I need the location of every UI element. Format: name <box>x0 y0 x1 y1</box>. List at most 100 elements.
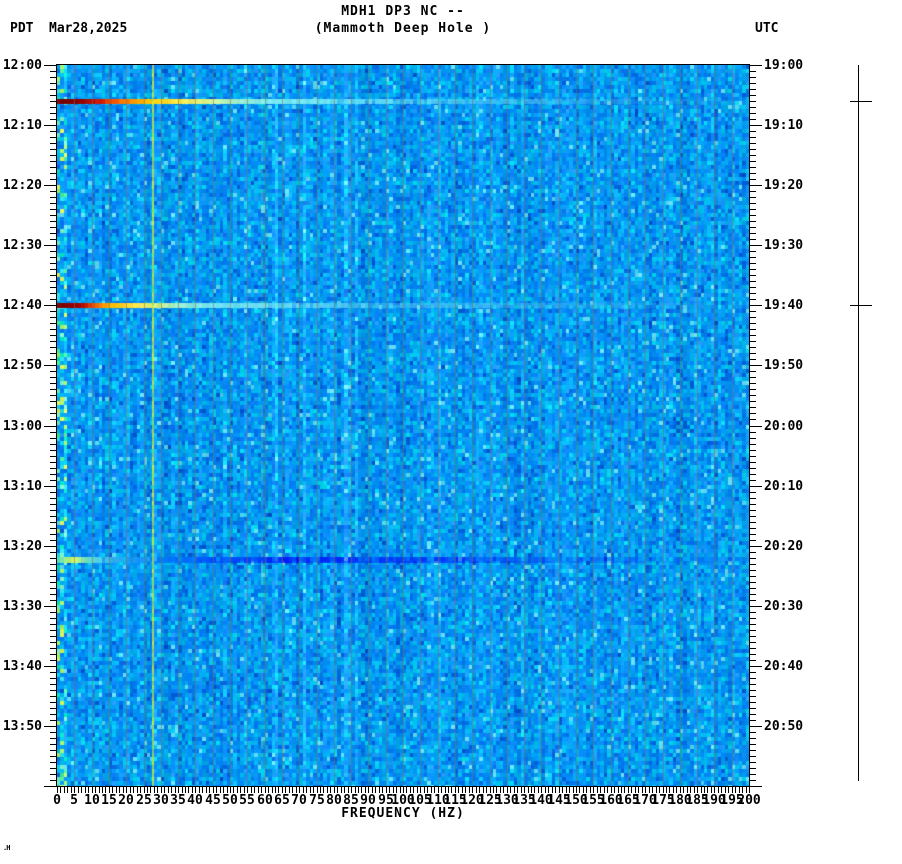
y-tick-left <box>50 251 57 252</box>
y-tick-right <box>749 395 756 396</box>
y-tick-right <box>749 251 756 252</box>
y-tick-left <box>50 347 57 348</box>
y-tick-left <box>50 522 57 523</box>
y-tick-left <box>50 576 57 577</box>
y-tick-left <box>50 480 57 481</box>
y-tick-right <box>749 456 756 457</box>
y-tick-right <box>749 468 756 469</box>
y-tick-right <box>749 389 756 390</box>
y-tick-right <box>749 311 756 312</box>
y-tick-left <box>50 636 57 637</box>
y-tick-right <box>749 209 756 210</box>
y-tick-left <box>50 155 57 156</box>
y-tick-right <box>749 750 756 751</box>
page-subtitle: (Mammoth Deep Hole ) <box>314 21 492 36</box>
y-tick-left <box>50 413 57 414</box>
y-tick-right <box>749 678 756 679</box>
y-tick-left <box>50 167 57 168</box>
y-tick-left <box>50 371 57 372</box>
y-tick-right <box>749 774 756 775</box>
y-tick-left <box>50 383 57 384</box>
y-tick-right <box>749 516 756 517</box>
y-axis-label-left: 12:00 <box>2 58 42 73</box>
y-tick-right <box>749 522 756 523</box>
y-tick-left <box>50 456 57 457</box>
y-tick-right <box>749 540 756 541</box>
y-tick-left <box>50 564 57 565</box>
y-tick-right <box>749 281 756 282</box>
y-tick-right <box>749 377 756 378</box>
y-tick-left <box>50 353 57 354</box>
y-tick-right <box>749 131 756 132</box>
y-tick-left <box>50 780 57 781</box>
y-tick-right <box>749 648 756 649</box>
y-tick-left <box>50 275 57 276</box>
y-tick-left <box>50 77 57 78</box>
y-tick-right <box>749 293 756 294</box>
y-tick-left <box>50 702 57 703</box>
y-tick-left <box>50 161 57 162</box>
y-tick-right <box>749 552 756 553</box>
y-tick-left <box>50 227 57 228</box>
x-tick <box>81 787 82 793</box>
y-tick-right <box>749 257 756 258</box>
y-tick-left <box>50 293 57 294</box>
timezone-right-label: UTC <box>755 21 779 36</box>
x-tick <box>64 787 65 793</box>
y-tick-left <box>50 738 57 739</box>
amplitude-scale-bar <box>858 65 859 781</box>
scale-bar-event-tick <box>850 101 872 102</box>
y-tick-right <box>749 365 762 366</box>
y-tick-right <box>749 77 756 78</box>
y-axis-label-right: 19:00 <box>764 58 804 73</box>
y-tick-right <box>749 107 756 108</box>
y-tick-right <box>749 65 762 66</box>
y-tick-left <box>50 197 57 198</box>
y-tick-left <box>50 756 57 757</box>
y-tick-left <box>50 311 57 312</box>
y-tick-right <box>749 125 762 126</box>
y-tick-right <box>749 432 756 433</box>
y-axis-label-right: 19:50 <box>764 358 804 373</box>
y-tick-right <box>749 672 756 673</box>
y-tick-left <box>50 600 57 601</box>
y-tick-right <box>749 401 756 402</box>
y-tick-left <box>44 305 57 306</box>
y-tick-right <box>749 744 756 745</box>
y-tick-left <box>50 113 57 114</box>
y-tick-left <box>50 395 57 396</box>
y-tick-right <box>749 786 762 787</box>
y-axis-label-left: 12:50 <box>2 358 42 373</box>
y-tick-right <box>749 239 756 240</box>
y-tick-left <box>44 125 57 126</box>
y-axis-label-left: 13:40 <box>2 659 42 674</box>
y-tick-right <box>749 341 756 342</box>
y-tick-left <box>50 708 57 709</box>
y-tick-right <box>749 119 756 120</box>
y-tick-right <box>749 269 756 270</box>
y-tick-left <box>50 299 57 300</box>
y-tick-left <box>50 263 57 264</box>
y-axis-label-right: 19:30 <box>764 238 804 253</box>
spectrogram-page: PDT Mar28,2025 MDH1 DP3 NC -- (Mammoth D… <box>0 0 902 864</box>
y-tick-right <box>749 329 756 330</box>
y-tick-left <box>44 65 57 66</box>
y-tick-right <box>749 612 756 613</box>
y-tick-left <box>50 149 57 150</box>
y-tick-right <box>749 534 756 535</box>
y-tick-left <box>50 732 57 733</box>
y-tick-right <box>749 558 756 559</box>
y-tick-left <box>50 492 57 493</box>
y-tick-left <box>50 720 57 721</box>
y-tick-right <box>749 245 762 246</box>
y-tick-left <box>50 672 57 673</box>
y-tick-right <box>749 510 756 511</box>
y-tick-left <box>50 660 57 661</box>
y-tick-left <box>44 666 57 667</box>
y-tick-left <box>50 281 57 282</box>
y-tick-left <box>50 678 57 679</box>
y-tick-right <box>749 89 756 90</box>
y-axis-label-left: 12:30 <box>2 238 42 253</box>
y-tick-right <box>749 359 756 360</box>
y-tick-left <box>50 768 57 769</box>
